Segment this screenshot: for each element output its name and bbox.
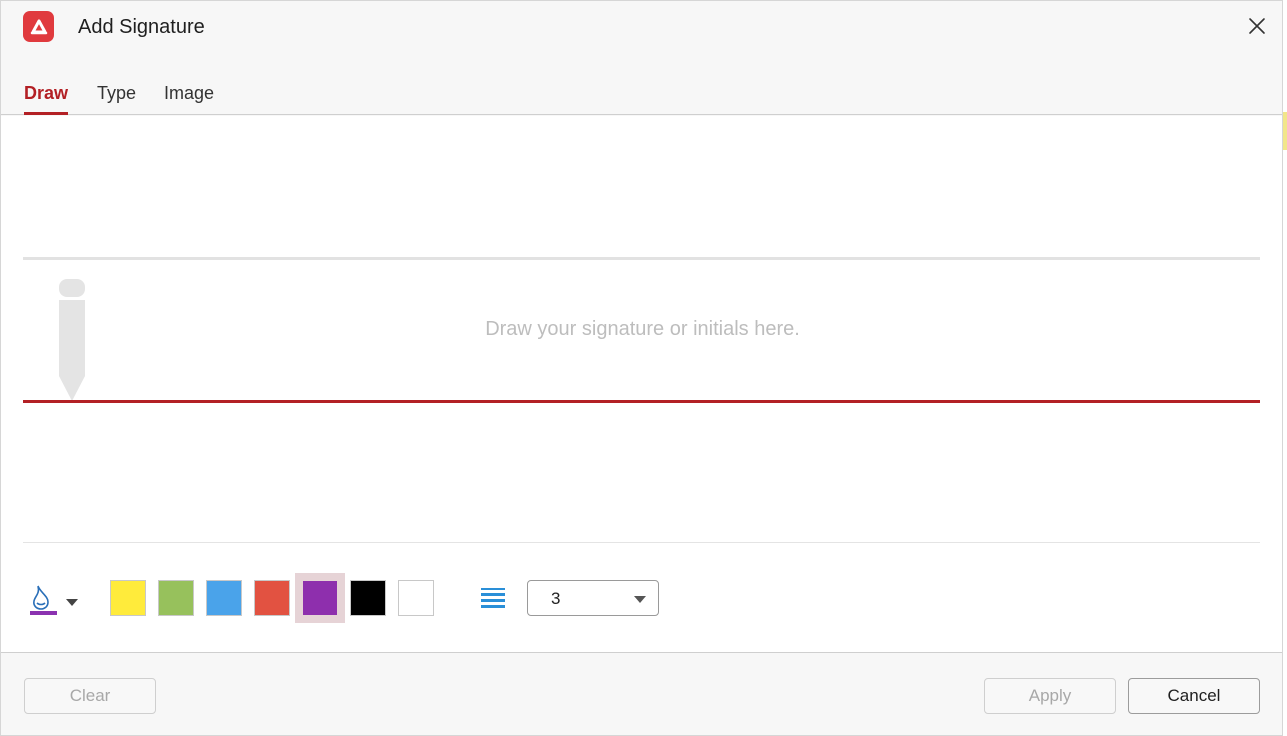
line-width-icon [481, 588, 505, 608]
signature-baseline [23, 400, 1260, 403]
chevron-down-icon [634, 596, 646, 603]
dialog-title: Add Signature [78, 16, 205, 38]
background-window-edge [1283, 112, 1287, 150]
app-logo-icon [23, 11, 54, 42]
line-width-value: 3 [551, 589, 561, 608]
apply-button[interactable]: Apply [984, 678, 1116, 714]
color-swatch-green[interactable] [158, 580, 194, 616]
signature-canvas[interactable]: Draw your signature or initials here. 3 [1, 116, 1282, 653]
color-swatch-yellow[interactable] [110, 580, 146, 616]
cancel-button[interactable]: Cancel [1128, 678, 1260, 714]
guide-line-top [23, 257, 1260, 260]
add-signature-dialog: Add Signature Draw Type Image Draw your … [0, 0, 1283, 736]
color-swatch-white[interactable] [398, 580, 434, 616]
color-swatch-red[interactable] [254, 580, 290, 616]
guide-line-bottom [23, 542, 1260, 543]
color-swatch-blue[interactable] [206, 580, 242, 616]
ink-bottle-icon [30, 585, 57, 615]
color-swatch-black[interactable] [350, 580, 386, 616]
ink-toolbar: 3 [1, 573, 1282, 623]
line-width-select[interactable]: 3 [527, 580, 659, 616]
chevron-down-icon [66, 599, 78, 606]
tab-image[interactable]: Image [164, 83, 214, 112]
tab-bar: Draw Type Image [1, 73, 1282, 115]
tab-type[interactable]: Type [97, 83, 136, 112]
close-icon[interactable] [1242, 11, 1272, 41]
ink-color-picker[interactable] [28, 582, 84, 618]
title-bar: Add Signature [1, 1, 1282, 53]
color-swatch-purple[interactable] [295, 573, 345, 623]
tab-draw[interactable]: Draw [24, 83, 69, 115]
clear-button[interactable]: Clear [24, 678, 156, 714]
canvas-placeholder: Draw your signature or initials here. [485, 318, 800, 340]
pen-icon [59, 279, 85, 401]
